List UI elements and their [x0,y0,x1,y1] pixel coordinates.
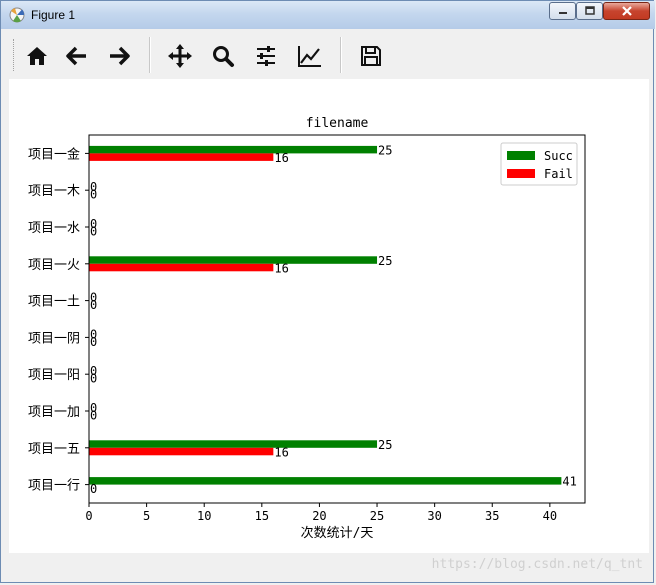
watermark-text: https://blog.csdn.net/q_tnt [431,557,643,572]
legend-label-fail: Fail [544,167,573,181]
data-label: 0 [90,409,97,423]
zoom-button[interactable] [207,40,239,72]
data-label: 16 [274,151,288,165]
minimize-icon [558,12,567,14]
y-tick-label: 项目一土 [28,295,80,310]
maximize-button[interactable] [576,2,603,20]
legend-swatch-fail [507,169,535,178]
matplotlib-app-icon [9,7,25,23]
subplots-config-icon [257,46,275,66]
minimize-button[interactable] [549,2,576,20]
bar-succ [89,477,562,485]
pan-button[interactable] [164,40,196,72]
toolbar-separator [340,37,342,73]
x-tick-label: 0 [85,509,92,523]
pan-move-icon [168,44,192,68]
title-bar[interactable]: Figure 1 [1,1,655,29]
bar-succ [89,145,378,154]
y-tick-label: 项目一阳 [28,368,80,383]
zoom-icon [213,46,234,67]
x-tick-label: 40 [543,509,557,523]
home-button[interactable] [21,40,53,72]
data-label: 16 [274,445,288,459]
y-tick-label: 项目一木 [28,184,80,199]
data-label: 0 [90,188,97,202]
bar-succ [89,256,378,264]
bar-fail [89,447,274,456]
y-tick-label: 项目一水 [28,221,80,236]
x-tick-label: 25 [370,509,384,523]
data-label: 25 [378,143,392,157]
y-tick-label: 项目一阴 [28,331,80,346]
save-button[interactable] [355,40,387,72]
data-label: 0 [90,372,97,386]
x-tick-label: 30 [427,509,441,523]
close-icon [621,6,632,16]
y-tick-label: 项目一行 [28,479,80,494]
x-tick-label: 5 [143,509,150,523]
x-tick-label: 15 [255,509,269,523]
y-tick-label: 项目一五 [28,442,80,457]
edit-parameters-button[interactable] [294,40,326,72]
y-tick-label: 项目一火 [28,258,80,273]
data-label: 0 [90,482,97,496]
home-icon [27,47,47,65]
data-label: 16 [274,261,288,275]
forward-button[interactable] [103,40,135,72]
legend-swatch-succ [507,151,535,160]
x-tick-label: 35 [485,509,499,523]
window-title: Figure 1 [31,8,76,22]
maximize-icon [584,6,595,15]
bar-chart: filename4125000025002501600001600160 5 10 1… [28,116,586,541]
back-button[interactable] [61,40,93,72]
data-label: 25 [378,254,392,268]
bar-succ [89,440,378,448]
figure-canvas[interactable]: filename 41 25 0 0 0 0 25 0 0 25 0 16 0 0 0 0 16 0 0 16 0 5 10 1… [9,79,649,553]
edit-axis-icon [298,46,321,67]
x-axis-label: 次数统计/天 [301,525,374,541]
navigation-toolbar [9,31,649,80]
x-tick-label: 10 [197,509,211,523]
bar-fail [89,263,274,272]
legend-label-succ: Succ [544,149,573,163]
bar-fail [89,153,274,161]
x-tick-label: 20 [312,509,326,523]
figure-window: Figure 1 filename 41 25 0 0 0 0 25 0 0 2… [0,0,655,583]
data-label: 0 [90,335,97,349]
toolbar-separator [149,37,151,73]
close-button[interactable] [603,2,650,20]
back-arrow-icon [66,46,86,66]
data-label: 0 [90,225,97,239]
save-icon [361,46,381,66]
y-tick-label: 项目一加 [28,405,80,420]
chart-title: filename [306,116,369,131]
data-label: 25 [378,438,392,452]
forward-arrow-icon [110,46,130,66]
y-tick-label: 项目一金 [28,146,80,162]
toolbar-grip[interactable] [13,39,16,71]
data-label: 41 [562,475,576,489]
data-label: 0 [90,298,97,312]
configure-subplots-button[interactable] [250,40,282,72]
